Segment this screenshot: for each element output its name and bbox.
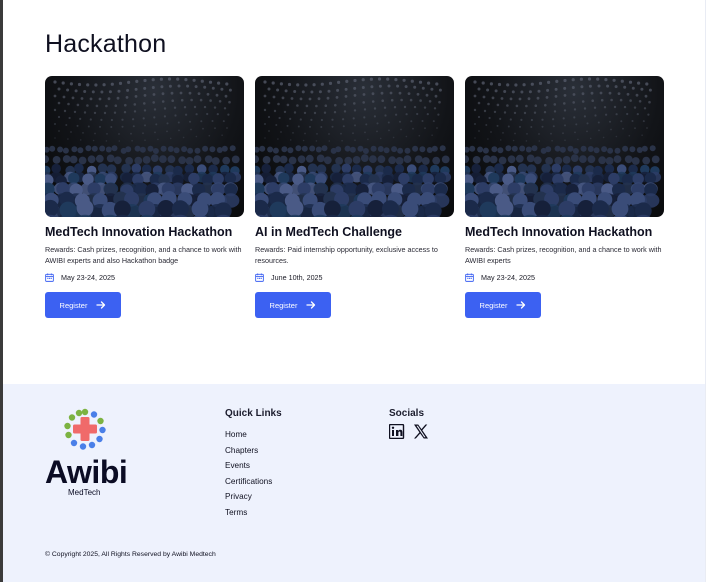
event-image	[465, 76, 664, 217]
card-date: May 23-24, 2025	[481, 273, 535, 282]
card-date-row: June 10th, 2025	[255, 273, 323, 282]
register-button[interactable]: Register	[45, 292, 121, 318]
event-image	[255, 76, 454, 217]
register-button-label: Register	[59, 300, 88, 310]
hackathon-card: MedTech Innovation Hackathon Rewards: Ca…	[45, 76, 245, 318]
footer-link-home[interactable]: Home	[225, 429, 272, 445]
register-button[interactable]: Register	[465, 292, 541, 318]
social-icons	[389, 424, 429, 439]
card-rewards: Rewards: Cash prizes, recognition, and a…	[45, 245, 242, 265]
footer-link-events[interactable]: Events	[225, 460, 272, 476]
event-image	[45, 76, 244, 217]
hackathon-card: AI in MedTech Challenge Rewards: Paid in…	[255, 76, 455, 318]
section-title: Hackathon	[45, 30, 167, 58]
register-button[interactable]: Register	[255, 292, 331, 318]
card-date-row: May 23-24, 2025	[45, 273, 115, 282]
card-date: June 10th, 2025	[271, 273, 323, 282]
calendar-icon	[45, 273, 54, 282]
card-rewards: Rewards: Paid internship opportunity, ex…	[255, 245, 438, 265]
quick-links-list: Home Chapters Events Certifications Priv…	[225, 429, 272, 522]
socials-heading: Socials	[389, 408, 425, 419]
card-date: May 23-24, 2025	[61, 273, 115, 282]
footer-link-terms[interactable]: Terms	[225, 507, 272, 523]
site-footer: Awibi MedTech Quick Links Home Chapters …	[3, 384, 705, 582]
footer-link-privacy[interactable]: Privacy	[225, 491, 272, 507]
arrow-right-icon	[96, 301, 106, 309]
card-rewards: Rewards: Cash prizes, recognition, and a…	[465, 245, 662, 265]
logo-wordmark: Awibi	[45, 454, 128, 490]
arrow-right-icon	[306, 301, 316, 309]
copyright-text: © Copyright 2025, All Rights Reserved by…	[45, 551, 216, 558]
hackathon-card: MedTech Innovation Hackathon Rewards: Ca…	[465, 76, 665, 318]
x-icon[interactable]	[413, 424, 429, 439]
register-button-label: Register	[269, 300, 298, 310]
footer-link-chapters[interactable]: Chapters	[225, 445, 272, 461]
card-title: MedTech Innovation Hackathon	[45, 225, 233, 239]
card-date-row: May 23-24, 2025	[465, 273, 535, 282]
quick-links-heading: Quick Links	[225, 408, 282, 419]
calendar-icon	[465, 273, 474, 282]
card-title: MedTech Innovation Hackathon	[465, 225, 653, 239]
register-button-label: Register	[479, 300, 508, 310]
linkedin-icon[interactable]	[389, 424, 405, 439]
footer-link-certifications[interactable]: Certifications	[225, 476, 272, 492]
logo-subtitle: MedTech	[68, 488, 101, 497]
arrow-right-icon	[516, 301, 526, 309]
calendar-icon	[255, 273, 264, 282]
card-title: AI in MedTech Challenge	[255, 225, 403, 239]
